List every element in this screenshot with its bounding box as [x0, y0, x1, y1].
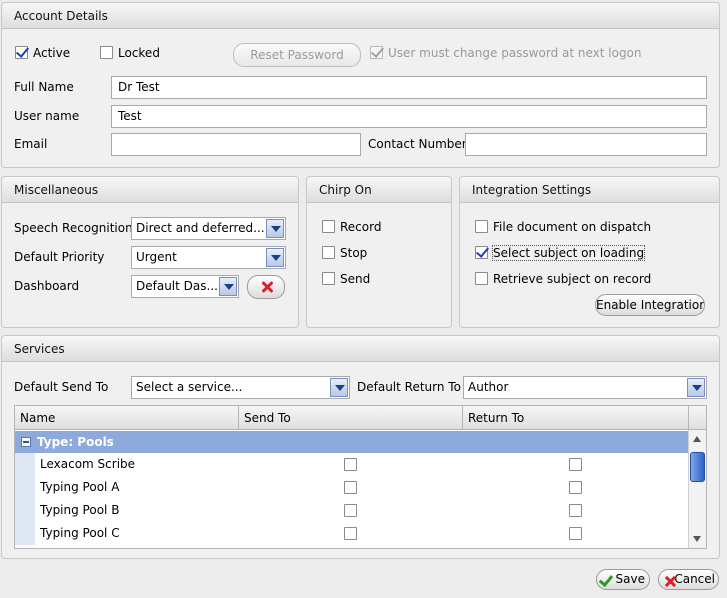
service-name: Typing Pool A — [40, 480, 120, 494]
grid-header: Name Send To Return To — [15, 406, 706, 430]
table-row: Typing Pool A — [15, 476, 689, 499]
speech-recognition-value: Direct and deferred... — [136, 221, 265, 235]
select-subject-label: Select subject on loading — [491, 245, 646, 261]
select-subject-checkbox[interactable] — [475, 246, 488, 259]
return-to-checkbox[interactable] — [569, 481, 582, 494]
username-input[interactable]: Test — [111, 105, 707, 128]
row-gutter — [15, 476, 35, 499]
send-to-checkbox[interactable] — [344, 527, 357, 540]
send-to-checkbox[interactable] — [344, 458, 357, 471]
contact-number-input[interactable] — [465, 133, 707, 156]
group-row-pools[interactable]: Type: Pools — [15, 431, 689, 453]
table-row: Typing Pool B — [15, 499, 689, 522]
table-row: Lexacom Scribe — [15, 453, 689, 476]
cancel-button[interactable]: Cancel — [658, 569, 719, 590]
active-label: Active — [33, 46, 71, 60]
active-checkbox[interactable] — [15, 46, 28, 59]
default-return-to-select[interactable]: Author — [463, 376, 707, 399]
contact-number-label: Contact Number — [368, 137, 467, 151]
send-to-checkbox[interactable] — [344, 481, 357, 494]
table-row: Typing Pool C — [15, 522, 689, 545]
scroll-up-icon[interactable] — [693, 436, 701, 442]
column-header-return-to[interactable]: Return To — [463, 406, 689, 430]
dropdown-arrow-icon[interactable] — [687, 378, 705, 397]
enable-integration-button[interactable]: Enable Integration — [595, 294, 705, 316]
return-to-checkbox[interactable] — [569, 458, 582, 471]
full-name-label: Full Name — [14, 80, 74, 94]
default-priority-select[interactable]: Urgent — [131, 246, 286, 269]
service-name: Typing Pool C — [40, 526, 120, 540]
dashboard-label: Dashboard — [14, 279, 80, 293]
chirp-send-checkbox[interactable] — [322, 272, 335, 285]
dropdown-arrow-icon[interactable] — [219, 277, 237, 296]
retrieve-subject-checkbox[interactable] — [475, 272, 488, 285]
column-header-name[interactable]: Name — [15, 406, 239, 430]
default-return-to-label: Default Return To — [357, 380, 461, 394]
column-header-send-to[interactable]: Send To — [239, 406, 463, 430]
save-label: Save — [615, 572, 645, 586]
row-gutter — [15, 453, 35, 476]
check-icon — [598, 571, 614, 588]
row-gutter — [15, 499, 35, 522]
dropdown-arrow-icon[interactable] — [266, 219, 284, 238]
speech-recognition-label: Speech Recognition — [14, 221, 133, 235]
reset-password-button[interactable]: Reset Password — [233, 43, 361, 67]
chirp-stop-checkbox[interactable] — [322, 246, 335, 259]
service-name: Typing Pool B — [40, 503, 120, 517]
delete-icon — [260, 280, 274, 294]
dashboard-select[interactable]: Default Das... — [131, 275, 239, 298]
chirp-record-label: Record — [340, 220, 382, 234]
cancel-label: Cancel — [674, 572, 715, 586]
scroll-thumb[interactable] — [690, 452, 705, 482]
default-send-to-label: Default Send To — [14, 380, 109, 394]
miscellaneous-panel: Miscellaneous Speech Recognition Direct … — [1, 176, 299, 328]
group-label: Type: Pools — [37, 435, 114, 449]
speech-recognition-select[interactable]: Direct and deferred... — [131, 217, 286, 240]
default-return-to-value: Author — [468, 380, 509, 394]
chirp-send-label: Send — [340, 272, 371, 286]
file-on-dispatch-checkbox[interactable] — [475, 220, 488, 233]
dropdown-arrow-icon[interactable] — [266, 248, 284, 267]
chirp-stop-label: Stop — [340, 246, 368, 260]
services-grid: Name Send To Return To Type: Pools Lexac… — [14, 405, 707, 549]
locked-checkbox[interactable] — [100, 46, 113, 59]
clear-dashboard-button[interactable] — [247, 275, 285, 299]
default-send-to-select[interactable]: Select a service... — [131, 376, 350, 399]
send-to-checkbox[interactable] — [344, 504, 357, 517]
email-label: Email — [14, 137, 48, 151]
service-name: Lexacom Scribe — [40, 457, 136, 471]
account-details-header: Account Details — [2, 3, 719, 29]
chirp-record-checkbox[interactable] — [322, 220, 335, 233]
retrieve-subject-label: Retrieve subject on record — [493, 272, 652, 286]
dashboard-value: Default Das... — [136, 279, 218, 293]
scroll-down-icon[interactable] — [693, 536, 701, 542]
chirp-on-panel: Chirp On Record Stop Send — [306, 176, 452, 328]
username-label: User name — [14, 109, 80, 123]
return-to-checkbox[interactable] — [569, 504, 582, 517]
return-to-checkbox[interactable] — [569, 527, 582, 540]
email-input[interactable] — [111, 133, 361, 156]
services-header: Services — [2, 336, 719, 362]
locked-label: Locked — [118, 46, 160, 60]
miscellaneous-header: Miscellaneous — [2, 177, 298, 203]
integration-settings-panel: Integration Settings File document on di… — [459, 176, 720, 328]
dropdown-arrow-icon[interactable] — [330, 378, 348, 397]
integration-settings-header: Integration Settings — [460, 177, 719, 203]
must-change-password-label: User must change password at next logon — [388, 46, 642, 60]
vertical-scrollbar[interactable] — [688, 430, 706, 548]
default-send-to-value: Select a service... — [136, 380, 243, 394]
chirp-on-header: Chirp On — [307, 177, 451, 203]
account-details-panel: Account Details Active Locked Reset Pass… — [1, 2, 720, 168]
default-priority-value: Urgent — [136, 250, 177, 264]
file-on-dispatch-label: File document on dispatch — [493, 220, 652, 234]
must-change-password-checkbox[interactable] — [370, 46, 383, 59]
row-gutter — [15, 522, 35, 545]
full-name-input[interactable]: Dr Test — [111, 76, 707, 99]
services-panel: Services Default Send To Select a servic… — [1, 335, 720, 559]
cancel-icon — [664, 575, 677, 588]
collapse-icon[interactable] — [21, 437, 31, 447]
default-priority-label: Default Priority — [14, 250, 105, 264]
save-button[interactable]: Save — [596, 569, 650, 590]
